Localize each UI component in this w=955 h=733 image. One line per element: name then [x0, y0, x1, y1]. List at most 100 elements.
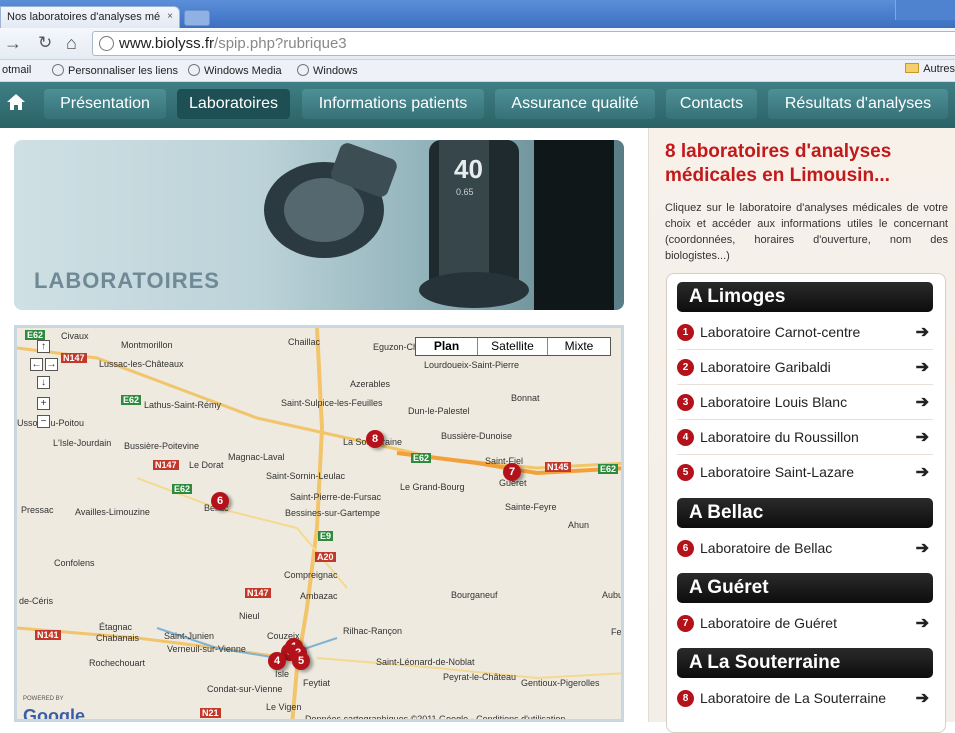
map-place: Ahun: [568, 520, 590, 530]
group-header-limoges: A Limoges: [677, 282, 933, 312]
road-label: E62: [172, 484, 193, 494]
map-type-selector: Plan Satellite Mixte: [415, 337, 611, 356]
lab-name[interactable]: Laboratoire de Bellac: [700, 531, 832, 566]
other-bookmarks-label: Autres: [923, 63, 955, 75]
map-place: Le Dorat: [189, 460, 224, 470]
lab-row-5[interactable]: 5 Laboratoire Saint-Lazare ➔: [677, 455, 933, 490]
map-place: Azerables: [350, 379, 391, 389]
nav-contacts[interactable]: Contacts: [666, 89, 757, 119]
nav-laboratoires[interactable]: Laboratoires: [177, 89, 290, 119]
bookmark-personnaliser[interactable]: Personnaliser les liens: [52, 64, 178, 77]
bookmark-hotmail[interactable]: otmail: [2, 64, 31, 76]
road-label: N141: [35, 630, 61, 640]
pan-up-button[interactable]: ↑: [37, 340, 50, 353]
map-credits[interactable]: Données cartographiques ©2011 Google - C…: [305, 714, 565, 719]
nav-presentation[interactable]: Présentation: [44, 89, 166, 119]
arrow-right-icon[interactable]: ➔: [916, 350, 929, 385]
arrow-right-icon[interactable]: ➔: [916, 420, 929, 455]
home-icon[interactable]: ⌂: [66, 33, 77, 54]
arrow-right-icon[interactable]: ➔: [916, 385, 929, 420]
map-place: Compreignac: [284, 570, 338, 580]
lab-row-6[interactable]: 6 Laboratoire de Bellac ➔: [677, 531, 933, 566]
labs-sidebar: 8 laboratoires d'analyses médicales en L…: [648, 128, 955, 733]
bookmark-windows-media[interactable]: Windows Media: [188, 64, 282, 77]
lab-number-badge: 3: [677, 394, 694, 411]
lab-row-3[interactable]: 3 Laboratoire Louis Blanc ➔: [677, 385, 933, 420]
lab-name[interactable]: Laboratoire Garibaldi: [700, 350, 831, 385]
map-place: Bonnat: [511, 393, 540, 403]
lab-name[interactable]: Laboratoire de Guéret: [700, 606, 837, 641]
map-place: Rilhac-Rançon: [343, 626, 403, 636]
road-label: E62: [121, 395, 142, 405]
nav-resultats-analyses[interactable]: Résultats d'analyses: [768, 89, 948, 119]
lab-row-1[interactable]: 1 Laboratoire Carnot-centre ➔: [677, 315, 933, 350]
new-tab-button[interactable]: [184, 10, 210, 26]
lab-row-2[interactable]: 2 Laboratoire Garibaldi ➔: [677, 350, 933, 385]
google-logo[interactable]: Google: [23, 706, 85, 719]
globe-icon: [99, 36, 114, 51]
map-place: Feytiat: [303, 678, 331, 688]
lab-row-7[interactable]: 7 Laboratoire de Guéret ➔: [677, 606, 933, 641]
lab-name[interactable]: Laboratoire du Roussillon: [700, 420, 859, 455]
map-marker-4[interactable]: 4: [268, 652, 286, 670]
other-bookmarks[interactable]: Autres: [905, 63, 955, 75]
sidebar-description: Cliquez sur le laboratoire d'analyses mé…: [665, 202, 948, 262]
google-map[interactable]: Civaux Montmorillon Chaillac Eguzon-Ch L…: [14, 325, 624, 722]
bookmark-icon: [52, 64, 64, 76]
road-label: E62: [411, 453, 432, 463]
lab-name[interactable]: Laboratoire Saint-Lazare: [700, 455, 854, 490]
zoom-in-button[interactable]: +: [37, 397, 50, 410]
pan-right-button[interactable]: →: [45, 358, 58, 371]
pan-down-button[interactable]: ↓: [37, 376, 50, 389]
map-place: Magnac-Laval: [228, 452, 285, 462]
map-place: Saint-Junien: [164, 631, 215, 641]
zoom-out-button[interactable]: −: [37, 415, 50, 428]
tab-close-icon[interactable]: ×: [167, 11, 173, 22]
map-place: Bussière-Poitevine: [124, 441, 200, 451]
arrow-right-icon[interactable]: ➔: [916, 531, 929, 566]
map-place: Bessines-sur-Gartempe: [285, 508, 381, 518]
map-marker-5[interactable]: 5: [292, 652, 310, 670]
map-place: Lourdoueix-Saint-Pierre: [424, 360, 520, 370]
map-place: Confolens: [54, 558, 95, 568]
map-type-mixte[interactable]: Mixte: [548, 338, 610, 355]
arrow-right-icon[interactable]: ➔: [916, 315, 929, 350]
browser-tab[interactable]: Nos laboratoires d'analyses mé ×: [0, 6, 180, 28]
lab-number-badge: 1: [677, 324, 694, 341]
map-place: L'Isle-Jourdain: [53, 438, 112, 448]
home-icon[interactable]: [6, 92, 26, 112]
lab-list: A Limoges 1 Laboratoire Carnot-centre ➔ …: [666, 273, 946, 733]
map-place: Isle: [275, 669, 290, 679]
arrow-right-icon[interactable]: ➔: [916, 681, 929, 716]
map-type-plan[interactable]: Plan: [416, 338, 478, 355]
lab-name[interactable]: Laboratoire de La Souterraine: [700, 681, 886, 716]
nav-assurance-qualite[interactable]: Assurance qualité: [495, 89, 655, 119]
arrow-right-icon[interactable]: ➔: [916, 455, 929, 490]
bookmark-windows[interactable]: Windows: [297, 64, 358, 77]
forward-icon[interactable]: →: [4, 33, 22, 54]
nav-informations-patients[interactable]: Informations patients: [302, 89, 484, 119]
map-place: Eguzon-Ch: [373, 342, 419, 352]
window-controls[interactable]: [895, 0, 955, 20]
lab-row-4[interactable]: 4 Laboratoire du Roussillon ➔: [677, 420, 933, 455]
bookmark-icon: [188, 64, 200, 76]
pan-left-button[interactable]: ←: [30, 358, 43, 371]
address-bar[interactable]: www.biolyss.fr/spip.php?rubrique3: [92, 31, 955, 56]
map-place: Pressac: [21, 505, 54, 515]
arrow-right-icon[interactable]: ➔: [916, 606, 929, 641]
map-marker-8[interactable]: 8: [366, 430, 384, 448]
lab-name[interactable]: Laboratoire Carnot-centre: [700, 315, 860, 350]
laboratoires-banner: 40 0.65 LABORATOIRES: [14, 140, 624, 310]
lab-row-8[interactable]: 8 Laboratoire de La Souterraine ➔: [677, 681, 933, 716]
lab-number-badge: 5: [677, 464, 694, 481]
svg-text:0.65: 0.65: [456, 187, 474, 197]
lab-name[interactable]: Laboratoire Louis Blanc: [700, 385, 847, 420]
browser-tab-bar: Nos laboratoires d'analyses mé ×: [0, 0, 955, 28]
map-marker-6[interactable]: 6: [211, 492, 229, 510]
road-label: N147: [61, 353, 87, 363]
map-type-satellite[interactable]: Satellite: [478, 338, 548, 355]
map-place: Lathus-Saint-Rémy: [144, 400, 222, 410]
map-place: Ambazac: [300, 591, 338, 601]
map-marker-7[interactable]: 7: [503, 463, 521, 481]
reload-icon[interactable]: ↻: [38, 33, 52, 53]
